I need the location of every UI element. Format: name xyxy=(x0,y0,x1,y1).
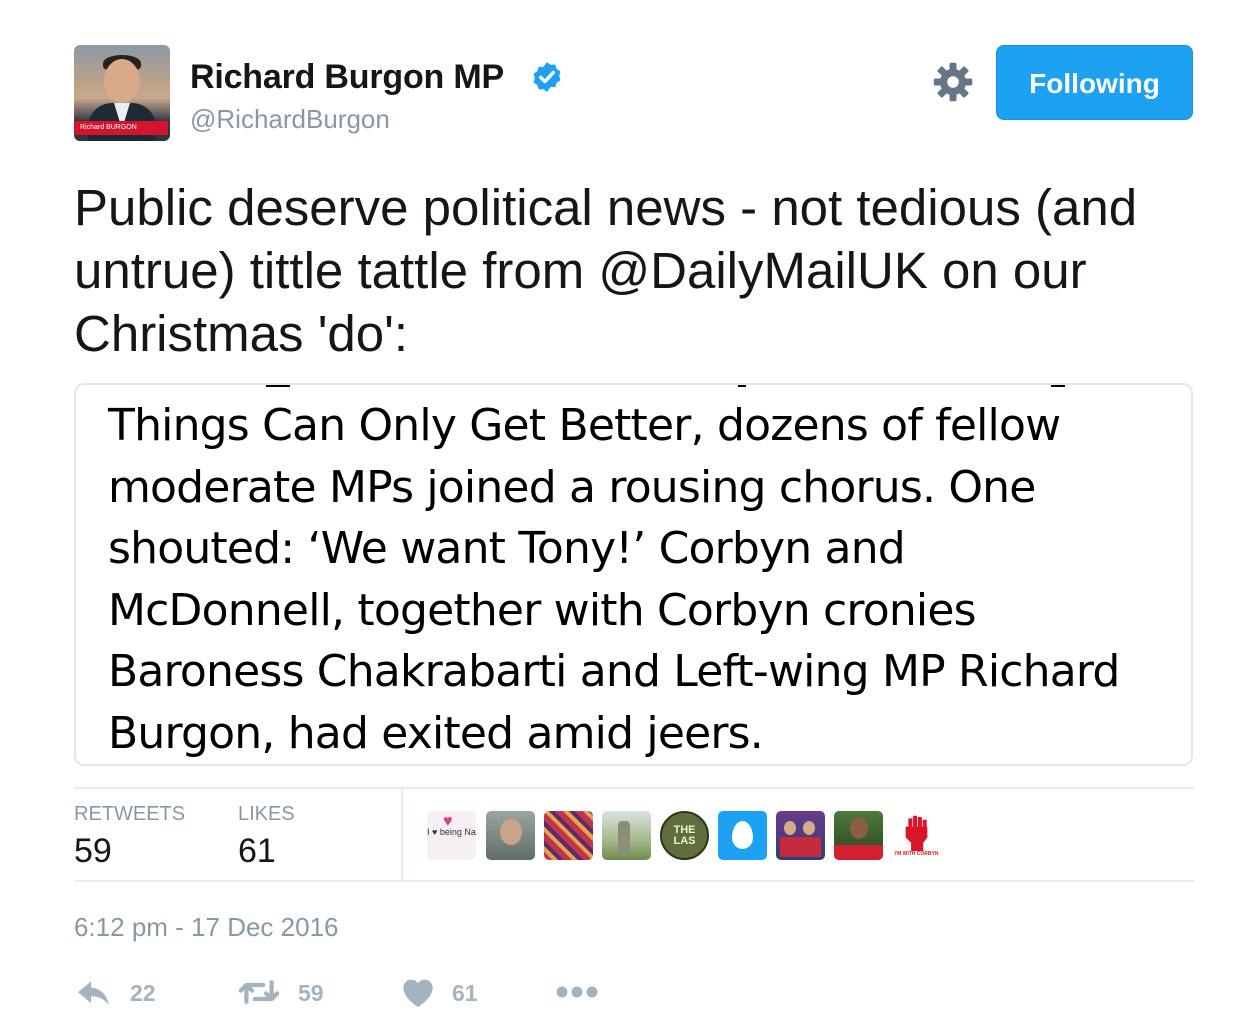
likes-label[interactable]: LIKES xyxy=(238,803,295,826)
mention-link[interactable]: @DailyMailUK xyxy=(598,242,927,299)
person-icon xyxy=(784,821,796,835)
standing-stone-icon xyxy=(618,821,630,855)
verified-badge-icon xyxy=(533,62,561,92)
author-handle[interactable]: @RichardBurgon xyxy=(190,104,390,135)
retweets-label[interactable]: RETWEETS xyxy=(74,803,185,826)
media-line: moderate MPs joined a rousing chorus. On… xyxy=(108,461,1036,513)
cropped-glyph xyxy=(266,385,290,387)
liker-avatar[interactable] xyxy=(834,811,883,860)
likes-count[interactable]: 61 xyxy=(238,832,276,871)
tweet-text: Public deserve political news - not tedi… xyxy=(74,176,1194,365)
media-image[interactable]: Things Can Only Get Better, dozens of fe… xyxy=(74,383,1193,766)
author-avatar[interactable]: Richard BURGON xyxy=(74,45,170,141)
heart-icon[interactable] xyxy=(402,978,434,1008)
person-icon xyxy=(500,819,522,845)
liker-avatar-text: THE LAS xyxy=(673,824,696,847)
liker-avatar[interactable]: THE LAS xyxy=(660,811,709,860)
retweet-icon[interactable] xyxy=(238,977,280,1007)
liker-avatar[interactable] xyxy=(486,811,535,860)
following-button[interactable]: Following xyxy=(996,45,1193,120)
person-icon xyxy=(803,821,815,835)
egg-icon xyxy=(732,821,753,849)
media-line: Burgon, had exited amid jeers. xyxy=(108,707,764,759)
media-line: Baroness Chakrabarti and Left-wing MP Ri… xyxy=(108,646,1120,697)
reply-icon[interactable] xyxy=(76,977,112,1009)
media-line: shouted: ‘We want Tony!’ Corbyn and xyxy=(108,523,906,574)
liker-avatar[interactable]: I'M WITH CORBYN xyxy=(892,811,941,860)
liker-avatar[interactable] xyxy=(602,811,651,860)
like-count[interactable]: 61 xyxy=(452,980,478,1007)
author-display-name[interactable]: Richard Burgon MP xyxy=(190,58,504,97)
cropped-glyph xyxy=(1051,385,1065,387)
raised-fist-icon xyxy=(905,815,928,851)
tweet-timestamp[interactable]: 6:12 pm - 17 Dec 2016 xyxy=(74,912,339,943)
media-line: Things Can Only Get Better, dozens of fe… xyxy=(108,400,1061,451)
liker-avatar-text: I ♥ being Nana xyxy=(427,827,476,837)
liker-avatar[interactable] xyxy=(544,811,593,860)
avatar-banner: Richard BURGON xyxy=(74,121,168,135)
person-icon xyxy=(850,817,868,839)
banner-shape xyxy=(780,837,821,857)
reply-count[interactable]: 22 xyxy=(130,980,156,1007)
stats-divider-top xyxy=(74,787,1194,789)
stats-divider-bottom xyxy=(74,880,1194,882)
media-line: McDonnell, together with Corbyn cronies xyxy=(108,584,977,636)
retweets-count[interactable]: 59 xyxy=(74,832,112,871)
stats-separator xyxy=(401,789,403,880)
more-options-icon[interactable] xyxy=(556,985,598,999)
liker-avatar[interactable] xyxy=(776,811,825,860)
gear-icon[interactable] xyxy=(932,61,974,103)
liker-avatar[interactable] xyxy=(718,811,767,860)
banner-shape xyxy=(834,845,883,860)
liker-avatar[interactable]: ♥ I ♥ being Nana xyxy=(427,811,476,860)
cropped-glyph xyxy=(738,385,746,387)
media-article-text: Things Can Only Get Better, dozens of fe… xyxy=(108,395,1188,764)
avatar-face xyxy=(104,59,140,103)
liker-avatar-text: I'M WITH CORBYN xyxy=(894,851,939,857)
retweet-count[interactable]: 59 xyxy=(298,980,324,1007)
